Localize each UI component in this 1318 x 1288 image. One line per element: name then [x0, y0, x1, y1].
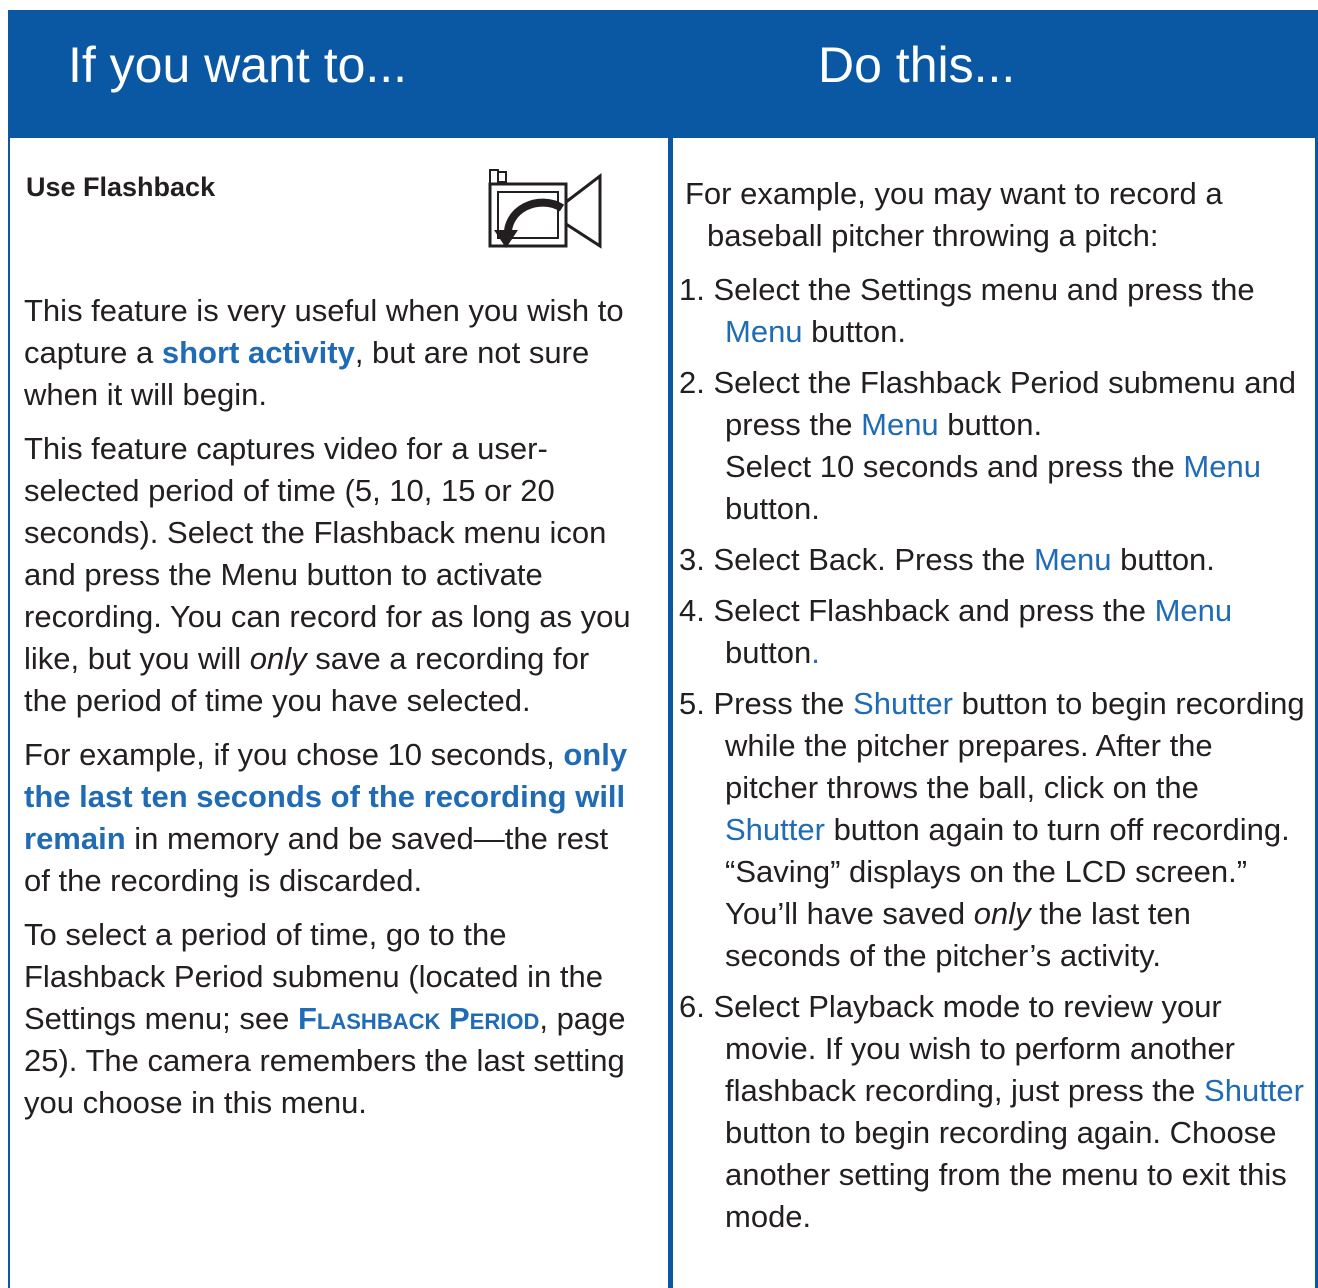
paragraph-3: For example, if you chose 10 seconds, on…: [24, 734, 634, 902]
p3-text: For example, if you chose 10 seconds,: [24, 737, 564, 772]
step-number: 1.: [679, 272, 714, 307]
step-text: Select the Settings menu and press the: [713, 272, 1255, 307]
p2-text: This feature captures video for a user-s…: [24, 431, 631, 676]
step-number: 4.: [679, 593, 714, 628]
step-4: 4. Select Flashback and press the Menu b…: [667, 590, 1307, 674]
step-italic: only: [973, 896, 1031, 931]
shutter-button-ref: Shutter: [1204, 1073, 1304, 1108]
step-3: 3. Select Back. Press the Menu button.: [667, 539, 1307, 581]
p2-italic: only: [249, 641, 307, 676]
table-header: If you want to... Do this...: [8, 10, 1318, 138]
shutter-button-ref: Shutter: [725, 812, 825, 847]
feature-title: Use Flashback: [26, 172, 216, 202]
shutter-button-ref: Shutter: [853, 686, 953, 721]
menu-button-ref: Menu: [1183, 449, 1261, 484]
paragraph-4: To select a period of time, go to the Fl…: [24, 914, 634, 1124]
step-number: 3.: [679, 542, 714, 577]
step-number: 5.: [679, 686, 714, 721]
step-2-subline: Select 10 seconds and press the Menu but…: [725, 446, 1307, 530]
step-text: Select Playback mode to review your movi…: [713, 989, 1236, 1108]
step-1: 1. Select the Settings menu and press th…: [667, 269, 1307, 353]
step-number: 2.: [679, 365, 714, 400]
step-2: 2. Select the Flashback Period submenu a…: [667, 362, 1307, 530]
paragraph-1: This feature is very useful when you wis…: [24, 290, 634, 416]
p1-highlight: short activity: [161, 335, 355, 370]
menu-button-ref: Menu: [1033, 542, 1112, 577]
menu-button-ref: Menu: [1154, 593, 1233, 628]
step-text: Select 10 seconds and press the: [725, 449, 1184, 484]
menu-button-ref: Menu: [725, 314, 803, 349]
step-text-end: button: [725, 635, 812, 670]
right-column: For example, you may want to record a ba…: [667, 128, 1307, 1247]
flashback-period-link[interactable]: Flashback Period: [298, 1001, 539, 1036]
step-text-end: button.: [938, 407, 1043, 442]
step-text-end: button.: [802, 314, 906, 349]
steps-list: 1. Select the Settings menu and press th…: [667, 269, 1307, 1238]
header-left-title: If you want to...: [68, 37, 408, 93]
menu-button-ref: Menu: [861, 407, 939, 442]
left-column: Use Flashback This feature is very usefu…: [24, 128, 634, 1136]
step-text: Press the: [713, 686, 854, 721]
step-5: 5. Press the Shutter button to begin rec…: [667, 683, 1307, 977]
step-number: 6.: [679, 989, 714, 1024]
step-text: Select Back. Press the: [713, 542, 1034, 577]
step-text-end: button to begin recording again. Choose …: [725, 1115, 1287, 1234]
step-period: .: [811, 635, 820, 670]
step-text-end: button.: [725, 491, 820, 526]
step-text-end: button.: [1111, 542, 1215, 577]
intro-text: For example, you may want to record a ba…: [685, 176, 1223, 253]
paragraph-2: This feature captures video for a user-s…: [24, 428, 634, 722]
header-right-title: Do this...: [818, 37, 1016, 93]
left-border: [8, 138, 10, 1288]
feature-title-row: Use Flashback: [24, 169, 634, 290]
step-text: Select Flashback and press the: [713, 593, 1155, 628]
step-6: 6. Select Playback mode to review your m…: [667, 986, 1307, 1238]
flashback-camera-icon: [488, 169, 602, 249]
